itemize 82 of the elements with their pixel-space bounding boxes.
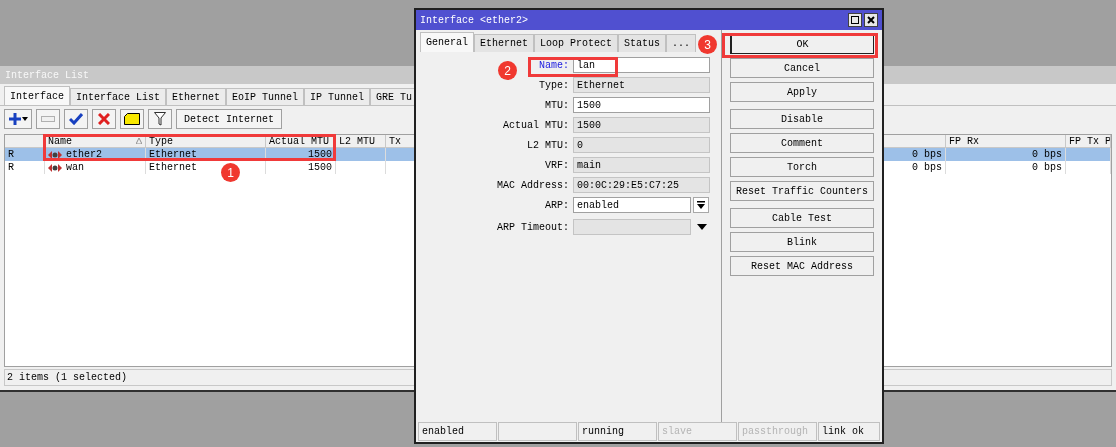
maximize-button[interactable] <box>848 13 862 27</box>
input-field[interactable]: 1500 <box>573 97 710 113</box>
tab[interactable]: Status <box>618 34 667 52</box>
table-cell-text: 0 bps <box>1032 148 1062 162</box>
maximize-icon <box>851 16 859 24</box>
caret-icon <box>21 117 28 121</box>
enable-button[interactable] <box>64 109 88 129</box>
dialog-button[interactable]: Disable <box>730 109 874 129</box>
tab[interactable]: Loop Protect <box>534 34 619 52</box>
table-cell-text: 0 bps <box>912 148 942 162</box>
filter-icon <box>154 112 166 126</box>
disable-button[interactable] <box>92 109 116 129</box>
status-text: link ok <box>822 425 864 439</box>
table-cell-text: 1500 <box>308 148 332 162</box>
dropdown-icon[interactable] <box>697 224 707 230</box>
table-cell-text: Ethernet <box>149 161 197 175</box>
close-icon <box>867 16 875 24</box>
interface-icon <box>48 162 62 173</box>
table-cell-text: Ethernet <box>149 148 197 162</box>
table-cell-text: R <box>8 161 14 175</box>
dialog-button[interactable]: Cancel <box>730 58 874 78</box>
field-label: Actual MTU: <box>503 118 569 133</box>
tab[interactable]: Ethernet <box>166 88 227 105</box>
dialog-button[interactable]: Torch <box>730 157 874 177</box>
input-field[interactable] <box>573 219 691 235</box>
note-icon <box>124 113 140 125</box>
column-header[interactable]: L2 MTU <box>339 135 375 147</box>
input-field[interactable]: Ethernet <box>573 77 710 93</box>
input-field[interactable]: 00:0C:29:E5:C7:25 <box>573 177 710 193</box>
filter-button[interactable] <box>148 109 172 129</box>
dialog-button[interactable]: Apply <box>730 82 874 102</box>
plus-icon <box>8 113 21 125</box>
input-field[interactable]: 1500 <box>573 117 710 133</box>
tab[interactable]: EoIP Tunnel <box>226 88 305 105</box>
dialog-button[interactable]: Blink <box>730 232 874 252</box>
tab[interactable]: Ethernet <box>474 34 535 52</box>
field-label: L2 MTU: <box>527 138 569 153</box>
input-field[interactable]: 0 <box>573 137 710 153</box>
table-cell-text: 1500 <box>308 161 332 175</box>
tab[interactable]: IP Tunnel <box>304 88 371 105</box>
table-cell-text: R <box>8 148 14 162</box>
column-header[interactable]: FP Tx P <box>1069 135 1110 147</box>
dropdown-icon <box>697 201 705 209</box>
input-field[interactable]: enabled <box>573 197 691 213</box>
field-label: MTU: <box>545 98 569 113</box>
table-cell-text: wan <box>66 161 84 175</box>
dialog-button[interactable]: Reset Traffic Counters <box>730 181 874 201</box>
column-header[interactable]: Tx <box>389 135 401 147</box>
dialog-button[interactable]: Comment <box>730 133 874 153</box>
status-text: running <box>582 425 624 439</box>
table-cell-text: 0 bps <box>1032 161 1062 175</box>
field-label: ARP Timeout: <box>497 220 569 235</box>
status-text: passthrough <box>742 425 808 439</box>
tab[interactable]: General <box>420 32 474 52</box>
window-title: Interface <ether2> <box>420 13 529 28</box>
close-button[interactable] <box>864 13 878 27</box>
detect-internet-button[interactable]: Detect Internet <box>176 109 282 129</box>
field-label: ARP: <box>545 198 569 213</box>
interface-icon <box>48 149 62 160</box>
status-text: 2 items (1 selected) <box>7 371 128 385</box>
minus-icon <box>41 116 55 122</box>
check-icon <box>69 113 83 125</box>
tab[interactable]: Interface <box>4 86 70 105</box>
column-header[interactable]: Type <box>149 135 173 147</box>
field-label: VRF: <box>545 158 569 173</box>
column-header[interactable]: Name <box>48 135 72 147</box>
dropdown-button[interactable] <box>693 197 709 213</box>
input-field[interactable]: main <box>573 157 710 173</box>
tab[interactable]: ... <box>666 34 697 52</box>
dialog-button[interactable]: Cable Test <box>730 208 874 228</box>
add-button[interactable] <box>4 109 32 129</box>
field-label: MAC Address: <box>497 178 569 193</box>
dialog-button[interactable]: OK <box>730 34 874 54</box>
status-text: enabled <box>422 425 464 439</box>
column-header[interactable]: Actual MTU <box>269 135 329 147</box>
column-header[interactable]: FP Rx <box>949 135 979 147</box>
comment-button[interactable] <box>120 109 144 129</box>
tab[interactable]: Interface List <box>70 88 167 105</box>
cross-icon <box>98 113 110 125</box>
dialog-button[interactable]: Reset MAC Address <box>730 256 874 276</box>
table-cell-text: ether2 <box>66 148 102 162</box>
table-cell-text: 0 bps <box>912 161 942 175</box>
